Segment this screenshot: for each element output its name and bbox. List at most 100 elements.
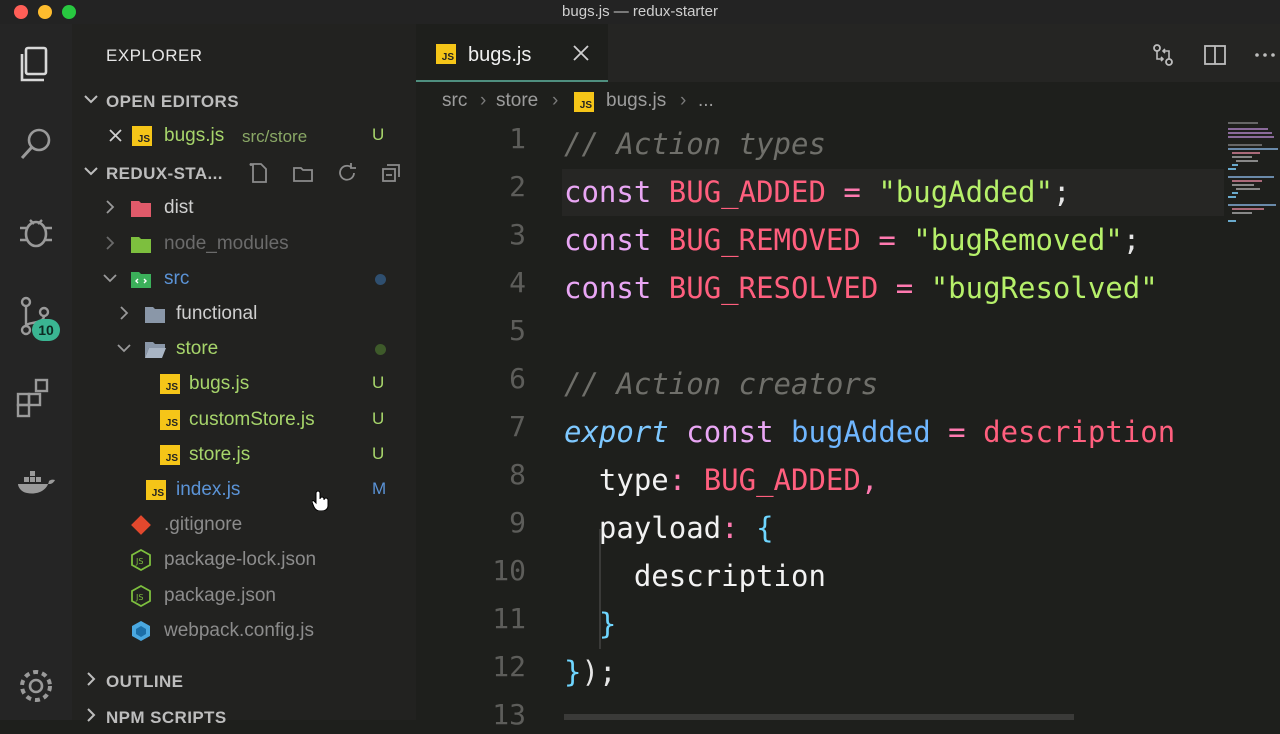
tree-item-package-lock[interactable]: JS package-lock.json: [72, 542, 402, 577]
punctuation-token: :: [721, 511, 739, 545]
tree-item-store[interactable]: store: [72, 331, 402, 366]
tree-item-status: U: [372, 409, 385, 428]
code-line: export const bugAdded = description: [564, 408, 1175, 456]
line-number: 8: [509, 458, 526, 491]
code-line: const BUG_ADDED = "bugAdded";: [564, 168, 1070, 216]
tree-item-status: M: [372, 479, 387, 498]
open-editor-item[interactable]: JS bugs.js src/store U: [72, 118, 402, 153]
title-bar: bugs.js — redux-starter: [0, 0, 1280, 24]
horizontal-scrollbar[interactable]: [564, 714, 1074, 720]
tab-bugs-js[interactable]: JS bugs.js: [416, 24, 608, 82]
folder-icon: [145, 307, 165, 323]
tree-item-customstore-js[interactable]: JS customStore.js U: [72, 402, 402, 437]
breadcrumb-item[interactable]: ...: [698, 90, 714, 112]
operator-token: =: [895, 271, 914, 305]
tree-item-label: package-lock.json: [164, 549, 317, 570]
tab-bar: JS bugs.js: [416, 24, 1280, 82]
project-label: REDUX-STA...: [106, 164, 223, 183]
code-editor[interactable]: // Action types const BUG_ADDED = "bugAd…: [564, 120, 1224, 720]
sidebar-title: EXPLORER: [106, 46, 203, 65]
property-token: type: [598, 463, 669, 497]
tree-item-label: customStore.js: [189, 409, 315, 430]
string-token: "bugRemoved": [913, 223, 1123, 257]
tree-item-package-json[interactable]: JS package.json: [72, 578, 402, 613]
minimap[interactable]: [1228, 120, 1280, 280]
tree-item-label: index.js: [176, 479, 241, 500]
tree-item-label: webpack.config.js: [164, 620, 314, 641]
tree-item-bugs-js[interactable]: JS bugs.js U: [72, 366, 402, 401]
punctuation-token: ;: [598, 655, 617, 689]
tree-item-store-js[interactable]: JS store.js U: [72, 437, 402, 472]
new-file-icon[interactable]: [248, 162, 270, 184]
breadcrumb-item[interactable]: bugs.js: [606, 90, 666, 112]
outline-section[interactable]: OUTLINE: [72, 664, 416, 698]
constant-token: BUG_REMOVED: [668, 223, 861, 257]
keyword-token: const: [564, 271, 652, 305]
open-editor-name: bugs.js: [164, 125, 225, 146]
more-actions-icon[interactable]: [1252, 42, 1278, 68]
tree-item-gitignore[interactable]: .gitignore: [72, 507, 402, 542]
line-number: 6: [509, 362, 526, 395]
code-line: // Action types: [564, 120, 826, 168]
operator-token: =: [948, 415, 966, 449]
line-number: 1: [509, 122, 526, 155]
close-icon[interactable]: [108, 128, 123, 143]
refresh-icon[interactable]: [336, 162, 358, 184]
code-line: });: [564, 648, 616, 696]
nodejs-icon: JS: [131, 549, 151, 571]
tree-item-webpack-config[interactable]: webpack.config.js: [72, 613, 402, 648]
open-editors-label: OPEN EDITORS: [106, 92, 239, 111]
docker-icon[interactable]: [14, 462, 58, 506]
tree-item-dist[interactable]: dist: [72, 190, 402, 225]
constant-token: BUG_ADDED: [668, 175, 826, 209]
punctuation-token: ;: [1052, 175, 1071, 209]
code-line: // Action creators: [564, 360, 878, 408]
tree-item-functional[interactable]: functional: [72, 296, 402, 331]
open-editors-section[interactable]: OPEN EDITORS: [72, 84, 416, 118]
line-number: 11: [492, 602, 526, 635]
extensions-icon[interactable]: [14, 376, 58, 420]
operator-token: =: [878, 223, 896, 257]
code-line: type: BUG_ADDED,: [564, 456, 878, 504]
npm-scripts-label: NPM SCRIPTS: [106, 708, 227, 727]
breadcrumb-item[interactable]: src: [442, 90, 467, 112]
tree-item-node-modules[interactable]: node_modules: [72, 226, 402, 261]
tree-item-src[interactable]: src: [72, 261, 402, 296]
close-icon[interactable]: [572, 44, 590, 62]
operator-token: =: [843, 175, 861, 209]
tree-item-index-js[interactable]: JS index.js M: [72, 472, 402, 507]
line-number: 13: [492, 698, 526, 731]
explorer-icon[interactable]: [14, 42, 58, 86]
property-token: description: [633, 559, 826, 593]
source-control-badge: 10: [32, 319, 60, 341]
chevron-down-icon: [103, 274, 117, 283]
chevron-down-icon: [84, 95, 98, 104]
js-file-icon: JS: [160, 374, 180, 394]
code-line: const BUG_RESOLVED = "bugResolved": [564, 264, 1158, 312]
new-folder-icon[interactable]: [292, 162, 314, 184]
keyword-token: export: [564, 415, 669, 449]
code-line: }: [564, 600, 616, 648]
compare-changes-icon[interactable]: [1150, 42, 1176, 68]
modified-dot: [375, 274, 386, 285]
debug-icon[interactable]: [14, 210, 58, 254]
settings-gear-icon[interactable]: [14, 664, 58, 708]
activity-bar: 10: [0, 24, 72, 720]
tree-item-label: .gitignore: [164, 514, 243, 535]
search-icon[interactable]: [14, 122, 58, 166]
open-editor-status: U: [372, 125, 385, 144]
constant-token: BUG_ADDED: [703, 463, 861, 497]
tree-item-label: dist: [164, 197, 194, 218]
split-editor-icon[interactable]: [1202, 42, 1228, 68]
svg-text:JS: JS: [135, 593, 143, 602]
string-token: "bugAdded": [878, 175, 1053, 209]
breadcrumb-separator: ›: [480, 90, 487, 111]
collapse-all-icon[interactable]: [380, 162, 402, 184]
npm-scripts-section[interactable]: NPM SCRIPTS: [72, 700, 416, 734]
comment-token: // Action types: [564, 127, 826, 161]
folder-dist-icon: [131, 201, 151, 217]
hand-cursor-icon: [312, 490, 329, 511]
line-number: 5: [509, 314, 526, 347]
code-line: payload: {: [564, 504, 774, 552]
breadcrumb-item[interactable]: store: [496, 90, 538, 112]
